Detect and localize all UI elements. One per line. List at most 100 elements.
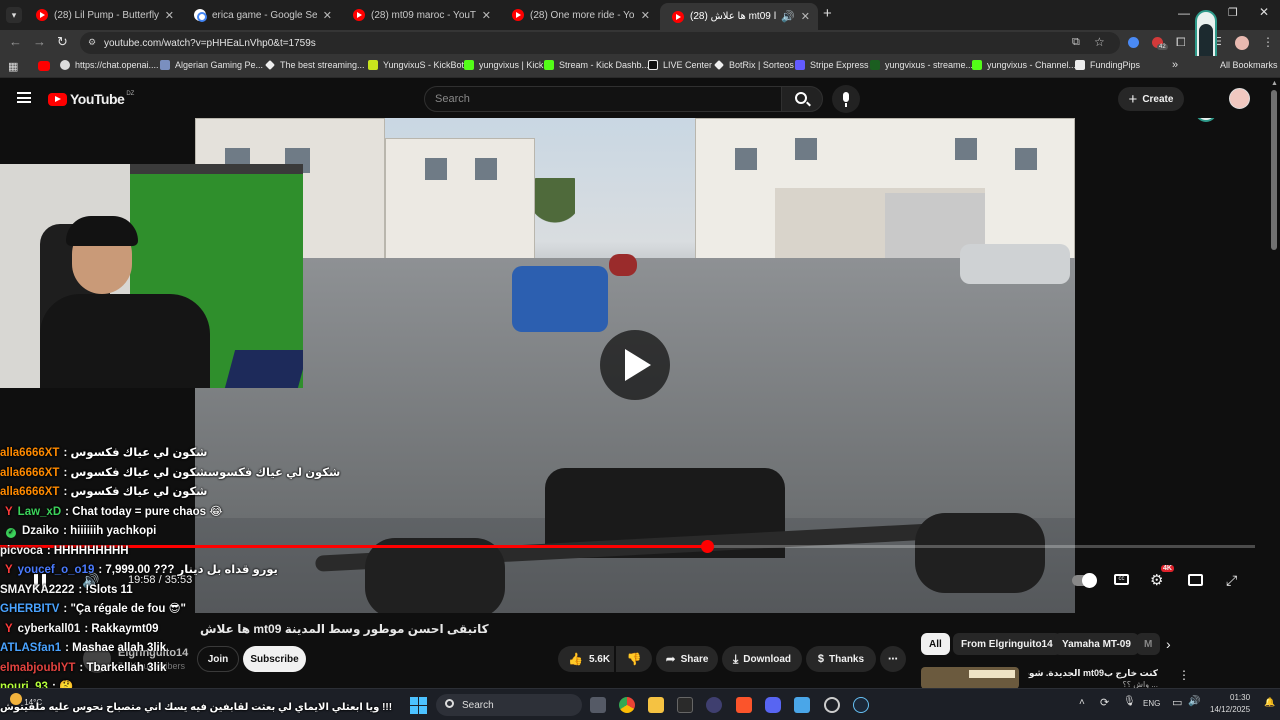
tray-mic-icon[interactable]: 🎙 <box>1123 696 1136 707</box>
bookmark-yungvixus-channel[interactable]: yungvixus - Channel... <box>972 60 1076 70</box>
tab-mt09-maroc[interactable]: (28) mt09 maroc - YouTube ✕ <box>341 3 499 27</box>
progress-scrubber-handle[interactable] <box>701 540 714 553</box>
extension-badge: 42 <box>1157 44 1168 50</box>
more-dots-icon: ⋯ <box>888 653 898 665</box>
profile-avatar-icon[interactable] <box>1235 36 1249 50</box>
extensions-puzzle-icon[interactable]: ⧠ <box>1176 35 1186 50</box>
play-button[interactable] <box>600 330 670 400</box>
discord-icon[interactable] <box>765 697 781 713</box>
all-bookmarks[interactable]: All Bookmarks <box>1220 60 1278 70</box>
thanks-button[interactable]: $ Thanks <box>806 646 876 672</box>
like-button[interactable]: 👍 5.6K <box>558 646 614 672</box>
tab-google-search[interactable]: erica game - Google Search ✕ <box>182 3 340 27</box>
hamburger-menu-icon[interactable] <box>17 92 31 103</box>
tray-sync-icon[interactable]: ⟳ <box>1100 696 1109 709</box>
clock-time[interactable]: 01:30 <box>1230 693 1250 702</box>
app-arrow-icon[interactable] <box>706 697 722 713</box>
scroll-up-arrow-icon[interactable]: ▲ <box>1271 80 1278 87</box>
start-windows-icon[interactable] <box>410 697 427 714</box>
chips-next-arrow-icon[interactable]: › <box>1166 636 1171 652</box>
terminal-icon[interactable] <box>677 697 693 713</box>
chrome-icon[interactable] <box>619 697 635 713</box>
create-button[interactable]: + Create <box>1118 87 1184 111</box>
tray-overflow-icon[interactable]: ˄ <box>1079 697 1085 708</box>
close-tab-icon[interactable]: ✕ <box>641 9 650 22</box>
tab-lil-pump[interactable]: (28) Lil Pump - Butterfly Doors ( ✕ <box>24 3 182 27</box>
close-tab-icon[interactable]: ✕ <box>801 10 810 23</box>
chat-message: alla6666XT: شكون لي عياك فكسوسشكون لي عي… <box>0 466 341 479</box>
bookmark-algerian-gaming[interactable]: Algerian Gaming Pe... <box>160 60 263 70</box>
search-button[interactable] <box>781 86 823 112</box>
streamer-icon <box>870 60 880 70</box>
bookmark-live-center[interactable]: LIVE Center <box>648 60 712 70</box>
cast-icon[interactable]: ⧉ <box>1072 36 1080 49</box>
task-view-icon[interactable] <box>590 697 606 713</box>
tab-active-video[interactable]: (28) ها علاش mt09 كاتبقى ‫ا 🔊 ✕ <box>660 3 818 30</box>
dislike-button[interactable]: 👎 <box>616 646 652 672</box>
tab-one-more-ride[interactable]: (28) One more ride - YouTube ✕ <box>500 3 658 27</box>
chip-from-channel[interactable]: From Elgringuito14 <box>953 633 1061 655</box>
language-indicator[interactable]: ENG <box>1143 699 1160 708</box>
bookmark-best-streaming[interactable]: The best streaming... <box>265 60 365 70</box>
reload-icon[interactable]: ↻ <box>57 34 68 50</box>
settings-gear-icon[interactable]: ⚙ <box>1150 571 1163 589</box>
account-avatar[interactable] <box>1229 88 1250 109</box>
site-info-icon[interactable]: ⚙ <box>88 37 96 48</box>
close-tab-icon[interactable]: ✕ <box>165 9 174 22</box>
recommended-title[interactable]: كنت خارج ب‫mt09‬ الجديدة. شوفو مصاحب <box>1028 668 1158 679</box>
page-scrollbar[interactable] <box>1271 90 1277 250</box>
restore-icon[interactable]: ❐ <box>1228 6 1238 19</box>
bookmark-chatgpt[interactable]: https://chat.openai.... <box>60 60 159 70</box>
chat-message: alla6666XT: شكون لي عياك فكسوس <box>0 486 208 498</box>
recommended-thumbnail[interactable] <box>921 667 1019 689</box>
app-circle-icon[interactable] <box>824 697 840 713</box>
bookmark-stripe[interactable]: Stripe Express <box>795 60 869 70</box>
url-bar[interactable]: ⚙ youtube.com/watch?v=pHHEaLnVhp0&t=1759… <box>80 32 1120 54</box>
back-icon[interactable]: ← <box>9 34 22 49</box>
close-window-icon[interactable]: ✕ <box>1259 5 1269 19</box>
notepad-icon[interactable] <box>794 697 810 713</box>
volume-tray-icon[interactable]: 🔊 <box>1188 696 1200 707</box>
recommended-menu-icon[interactable]: ⋮ <box>1178 668 1190 682</box>
extension-blue-icon[interactable] <box>1128 37 1139 48</box>
bookmark-kick[interactable]: yungvixus | Kick <box>464 60 543 70</box>
bookmark-botrix[interactable]: BotRix | Sorteos <box>714 60 794 70</box>
close-tab-icon[interactable]: ✕ <box>482 9 491 22</box>
apps-grid-icon[interactable]: ▦ <box>8 60 18 73</box>
share-button[interactable]: ➦ Share <box>656 646 718 672</box>
bookmark-kick-dashboard[interactable]: Stream - Kick Dashb... <box>544 60 649 70</box>
new-tab-icon[interactable]: + <box>823 5 832 22</box>
network-icon[interactable]: ▭ <box>1172 696 1182 709</box>
voice-search-button[interactable] <box>832 85 860 113</box>
steam-icon[interactable] <box>853 697 869 713</box>
clock-date[interactable]: 14/12/2025 <box>1210 705 1250 714</box>
taskbar-search[interactable]: Search <box>436 694 582 716</box>
bookmark-fundingpips[interactable]: FundingPips <box>1075 60 1140 70</box>
bookmark-yungvixus-streamer[interactable]: yungvixus - streame... <box>870 60 973 70</box>
more-actions-button[interactable]: ⋯ <box>880 646 906 672</box>
captions-icon[interactable]: cc <box>1114 574 1129 585</box>
chip-more[interactable]: M <box>1136 633 1160 655</box>
minimize-icon[interactable]: — <box>1178 6 1190 20</box>
bookmark-youtube-icon[interactable] <box>38 61 50 71</box>
more-bookmarks-icon[interactable]: » <box>1172 59 1178 71</box>
youtube-logo[interactable]: YouTube DZ <box>48 91 134 107</box>
video-scene-window <box>1015 148 1037 170</box>
miniplayer-icon[interactable] <box>1188 574 1203 586</box>
chat-message: ويا ابعثلي الايماي لي بعثت لقابفين فيه ي… <box>0 698 392 718</box>
autoplay-toggle[interactable] <box>1072 573 1097 588</box>
search-input[interactable]: Search <box>424 86 782 112</box>
file-explorer-icon[interactable] <box>648 697 664 713</box>
bookmark-kickbot[interactable]: YungvixuS - KickBot <box>368 60 464 70</box>
chip-all[interactable]: All <box>921 633 950 655</box>
download-button[interactable]: ⤓ Download <box>722 646 802 672</box>
tab-search-menu-icon[interactable]: ▾ <box>6 7 22 23</box>
browser-menu-icon[interactable]: ⋮ <box>1262 35 1274 49</box>
fullscreen-icon[interactable]: ⤢ <box>1226 572 1237 589</box>
close-tab-icon[interactable]: ✕ <box>323 9 332 22</box>
brave-icon[interactable] <box>736 697 752 713</box>
bookmark-star-icon[interactable]: ☆ <box>1094 35 1105 49</box>
forward-icon[interactable]: → <box>33 34 46 49</box>
chip-yamaha[interactable]: Yamaha MT-09 <box>1054 633 1139 655</box>
notification-bell-icon[interactable]: 🔔 <box>1264 697 1275 708</box>
